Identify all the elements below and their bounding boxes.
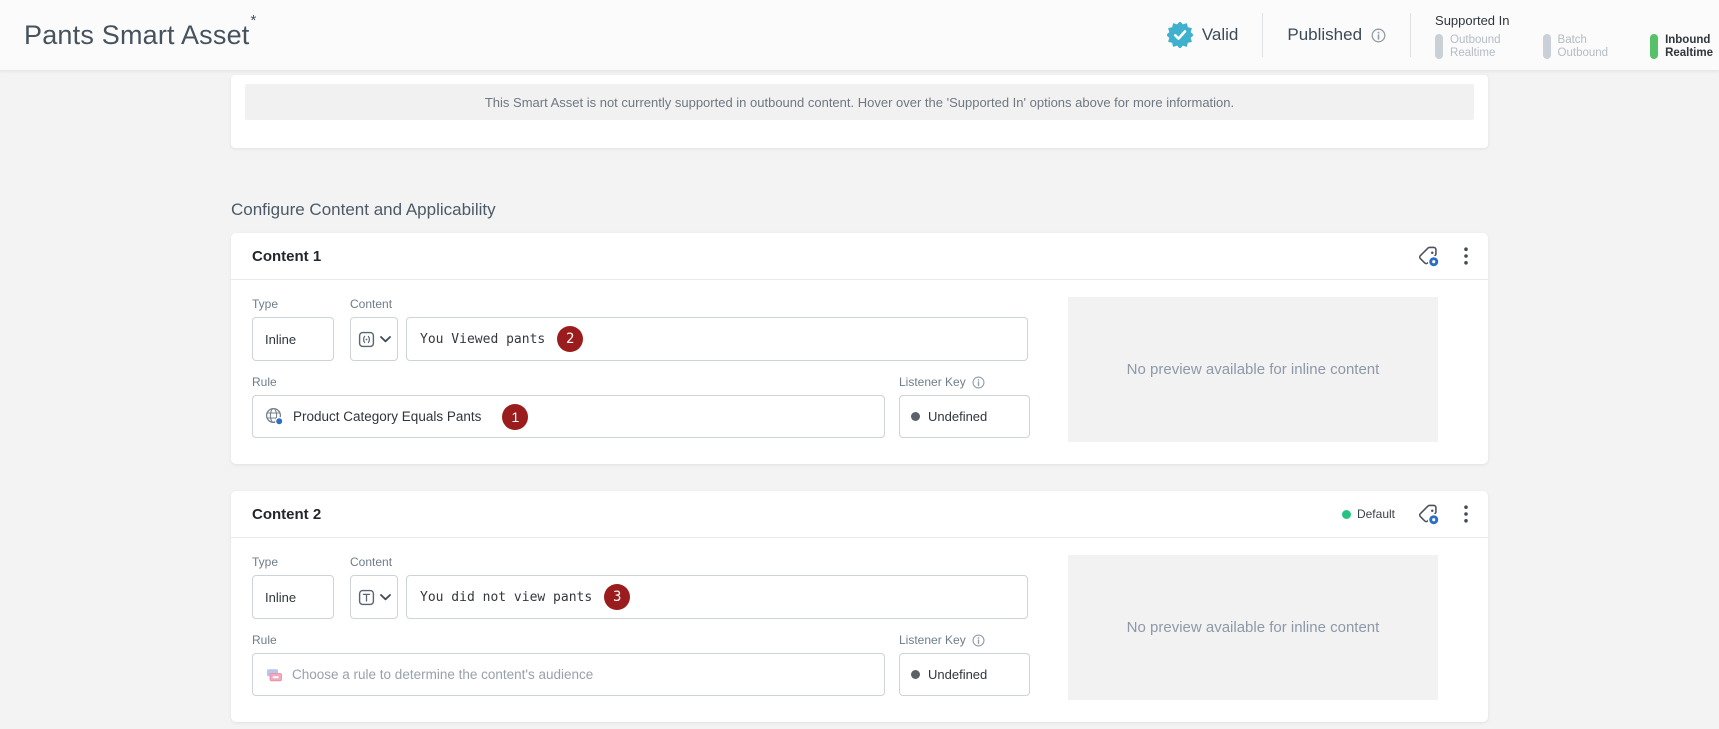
listener-key-label: Listener Key [899, 633, 1030, 647]
content-type-dropdown[interactable] [350, 575, 398, 619]
text-file-icon [358, 589, 375, 606]
content-preview: No preview available for inline content [1068, 297, 1438, 442]
content-label: Content [350, 297, 1028, 311]
no-preview-message: No preview available for inline content [1127, 619, 1380, 636]
supported-in-label: Supported In [1435, 13, 1713, 28]
rule-input[interactable]: Choose a rule to determine the content's… [252, 653, 885, 696]
valid-status: Valid [1167, 22, 1239, 48]
kebab-menu-icon [1464, 505, 1468, 523]
undefined-dot-icon [911, 412, 920, 421]
content-preview: No preview available for inline content [1068, 555, 1438, 700]
section-heading: Configure Content and Applicability [231, 200, 1488, 220]
undefined-dot-icon [911, 670, 920, 679]
default-dot-icon [1342, 510, 1351, 519]
valid-status-label: Valid [1202, 25, 1239, 45]
valid-seal-icon [1167, 22, 1193, 48]
content-2-title: Content 2 [252, 506, 321, 523]
published-info-icon[interactable] [1371, 28, 1386, 43]
page-title: Pants Smart Asset* [24, 20, 257, 51]
content-value-input[interactable]: You did not view pants 3 [406, 575, 1028, 619]
rule-label: Rule [252, 633, 885, 647]
type-select[interactable]: Inline [252, 575, 334, 619]
labels-tag-button[interactable] [1415, 243, 1442, 270]
content-label: Content [350, 555, 1028, 569]
supported-pill [1650, 34, 1658, 59]
header-divider [1410, 13, 1411, 57]
supported-outbound-realtime[interactable]: OutboundRealtime [1435, 34, 1501, 60]
published-status-label: Published [1287, 25, 1362, 45]
outbound-unsupported-notice: This Smart Asset is not currently suppor… [245, 84, 1474, 120]
code-file-icon [358, 331, 375, 348]
rules-stack-icon [265, 667, 283, 683]
header-divider [1262, 13, 1263, 57]
content-1-title: Content 1 [252, 248, 321, 265]
supported-inbound-realtime[interactable]: InboundRealtime [1650, 34, 1713, 60]
content-1-card: Content 1 [231, 233, 1488, 464]
kebab-menu-icon [1464, 247, 1468, 265]
default-badge: Default [1342, 507, 1395, 521]
published-status: Published [1287, 25, 1386, 45]
no-preview-message: No preview available for inline content [1127, 361, 1380, 378]
content-2-card: Content 2 Default [231, 491, 1488, 722]
chevron-down-icon [380, 336, 391, 343]
notice-card: This Smart Asset is not currently suppor… [231, 75, 1488, 148]
listener-key-info-icon[interactable] [972, 376, 985, 389]
supported-batch-outbound[interactable]: BatchOutbound [1543, 34, 1609, 60]
card-menu-button[interactable] [1462, 245, 1470, 267]
annotation-badge: 2 [557, 326, 583, 352]
supported-pill [1543, 34, 1551, 59]
rule-label: Rule [252, 375, 885, 389]
page-header: Pants Smart Asset* Valid Published Suppo… [0, 0, 1719, 71]
annotation-badge: 3 [604, 584, 630, 610]
supported-pill [1435, 34, 1443, 59]
rule-input[interactable]: Product Category Equals Pants 1 [252, 395, 885, 438]
unsaved-indicator: * [251, 12, 257, 29]
label-tag-icon [1417, 245, 1440, 268]
listener-key-value[interactable]: Undefined [899, 395, 1030, 438]
type-select[interactable]: Inline [252, 317, 334, 361]
card-menu-button[interactable] [1462, 503, 1470, 525]
labels-tag-button[interactable] [1415, 501, 1442, 528]
chevron-down-icon [380, 594, 391, 601]
type-label: Type [252, 297, 334, 311]
annotation-badge: 1 [502, 404, 528, 430]
type-label: Type [252, 555, 334, 569]
globe-icon [265, 407, 284, 426]
listener-key-label: Listener Key [899, 375, 1030, 389]
content-value-input[interactable]: You Viewed pants 2 [406, 317, 1028, 361]
content-type-dropdown[interactable] [350, 317, 398, 361]
rule-placeholder: Choose a rule to determine the content's… [292, 667, 593, 682]
supported-in-block: Supported In OutboundRealtime BatchOutbo… [1435, 11, 1713, 60]
listener-key-value[interactable]: Undefined [899, 653, 1030, 696]
listener-key-info-icon[interactable] [972, 634, 985, 647]
label-tag-icon [1417, 503, 1440, 526]
